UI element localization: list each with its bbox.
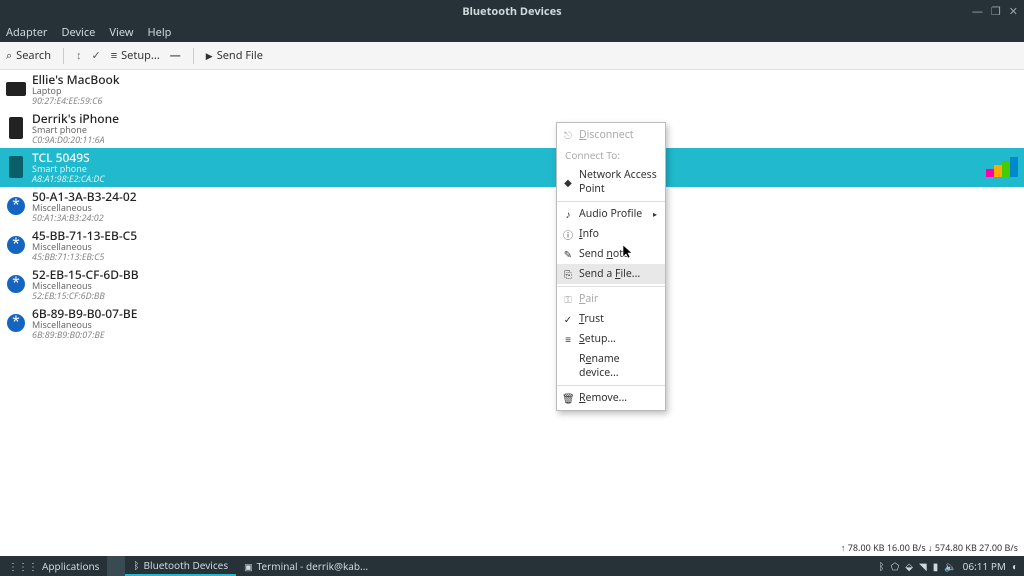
close-button[interactable]: ✕ [1009,4,1018,19]
device-mac: 6B:89:B9:B0:07:BE [32,330,137,340]
menu-view[interactable]: View [109,25,133,40]
taskbar-item-terminal[interactable]: ▣ Terminal - derrik@kab... [236,556,376,576]
apps-icon: ⋮⋮⋮ [8,559,38,573]
menubar: Adapter Device View Help [0,22,1024,42]
disconnect-icon: ⎋ [562,128,574,142]
setup-label: Setup... [121,48,160,63]
menu-help[interactable]: Help [147,25,171,40]
tray-wifi-icon[interactable]: ◥ [919,559,927,573]
apps-label: Applications [42,559,99,573]
device-row[interactable]: 52-EB-15-CF-6D-BBMiscellaneous52:EB:15:C… [0,265,1024,304]
device-mac: 90:27:E4:EE:59:C6 [32,96,120,106]
menu-trust[interactable]: ✓Trust [557,309,665,329]
network-status: ↑ 78.00 KB 16.00 B/s ↓ 574.80 KB 27.00 B… [841,541,1018,554]
toolbar: ⌕ Search ↕ ✓ ≡ Setup... — ▶ Send File [0,42,1024,70]
sort-button[interactable]: ↕ [76,48,82,63]
play-icon: ▶ [206,49,213,62]
network-icon: ◆ [562,175,574,189]
device-row[interactable]: Ellie's MacBookLaptop90:27:E4:EE:59:C6 [0,70,1024,109]
tray-bluetooth-icon[interactable]: ᛒ [879,559,885,573]
device-mac: A8:A1:98:E2:CA:DC [32,174,105,184]
note-icon: ✎ [562,247,574,261]
device-row[interactable]: 45-BB-71-13-EB-C5Miscellaneous45:BB:71:1… [0,226,1024,265]
maximize-button[interactable]: ❐ [991,4,1001,19]
device-icon [6,311,26,335]
search-label: Search [16,48,51,63]
remove-button[interactable]: — [170,48,181,63]
audio-icon: ♪ [562,207,574,221]
device-icon [6,194,26,218]
device-icon [6,77,26,101]
menu-connect-to-header: Connect To: [557,145,665,165]
submenu-arrow-icon: ▸ [653,209,657,220]
separator [557,201,665,202]
titlebar: Bluetooth Devices — ❐ ✕ [0,0,1024,22]
minimize-button[interactable]: — [972,4,983,19]
menu-info[interactable]: ⓘInfo [557,224,665,244]
search-button[interactable]: ⌕ Search [6,48,51,63]
menu-disconnect: ⎋Disconnect [557,125,665,145]
device-icon [6,116,26,140]
device-mac: 52:EB:15:CF:6D:BB [32,291,139,301]
menu-rename[interactable]: Rename device... [557,349,665,383]
setup-button[interactable]: ≡ Setup... [111,48,160,63]
device-mac: 45:BB:71:13:EB:C5 [32,252,137,262]
info-icon: ⓘ [562,227,574,242]
tray-volume-icon[interactable]: 🔈 [944,559,956,573]
separator [557,385,665,386]
menu-adapter[interactable]: Adapter [6,25,47,40]
device-mac: 50:A1:3A:B3:24:02 [32,213,137,223]
menu-setup[interactable]: ≡Setup... [557,329,665,349]
applications-menu[interactable]: ⋮⋮⋮ Applications [0,556,107,576]
list-icon: ≡ [111,48,117,63]
separator [557,286,665,287]
taskbar-show-desktop[interactable] [107,556,125,576]
file-icon: ⎘ [562,267,574,281]
menu-audio-profile[interactable]: ♪Audio Profile▸ [557,204,665,224]
setup-icon: ≡ [562,332,574,346]
menu-device[interactable]: Device [61,25,95,40]
tray-network-icon[interactable]: ⬙ [905,559,913,573]
device-icon [6,155,26,179]
bluetooth-icon: ᛒ [133,558,139,572]
tray-battery-icon[interactable]: ▮ [933,559,939,573]
window-title: Bluetooth Devices [0,4,1024,19]
check-button[interactable]: ✓ [92,48,101,63]
signal-badge [986,157,1018,177]
pair-icon: ⚿ [562,292,574,306]
device-row[interactable]: 50-A1-3A-B3-24-02Miscellaneous50:A1:3A:B… [0,187,1024,226]
trash-icon: 🗑 [562,391,574,405]
device-mac: C0:9A:D0:20:11:6A [32,135,119,145]
device-icon [6,233,26,257]
context-menu: ⎋Disconnect Connect To: ◆Network Access … [556,122,666,411]
send-file-label: Send File [217,48,263,63]
taskbar: ⋮⋮⋮ Applications ᛒ Bluetooth Devices ▣ T… [0,556,1024,576]
send-file-button[interactable]: ▶ Send File [206,48,263,63]
menu-nap[interactable]: ◆Network Access Point [557,165,665,199]
device-icon [6,272,26,296]
tray-user-icon[interactable]: ◐ [1012,559,1018,573]
separator [63,48,64,64]
cursor-icon [623,245,633,259]
search-icon: ⌕ [6,48,12,63]
menu-pair: ⚿Pair [557,289,665,309]
device-row[interactable]: 6B-89-B9-B0-07-BEMiscellaneous6B:89:B9:B… [0,304,1024,343]
separator [193,48,194,64]
tray-clock[interactable]: 06:11 PM [963,559,1006,573]
taskbar-label: Terminal - derrik@kab... [257,559,368,573]
menu-send-a-file[interactable]: ⎘Send a File... [557,264,665,284]
taskbar-label: Bluetooth Devices [143,558,228,572]
taskbar-item-bluetooth[interactable]: ᛒ Bluetooth Devices [125,556,236,576]
device-row[interactable]: Derrik's iPhoneSmart phoneC0:9A:D0:20:11… [0,109,1024,148]
menu-send-note[interactable]: ✎Send note [557,244,665,264]
tray-dropbox-icon[interactable]: ⬠ [891,559,900,573]
trust-icon: ✓ [562,312,574,326]
device-row[interactable]: TCL 5049SSmart phoneA8:A1:98:E2:CA:DC [0,148,1024,187]
menu-remove[interactable]: 🗑Remove... [557,388,665,408]
terminal-icon: ▣ [244,560,253,573]
device-list[interactable]: Ellie's MacBookLaptop90:27:E4:EE:59:C6De… [0,70,1024,556]
